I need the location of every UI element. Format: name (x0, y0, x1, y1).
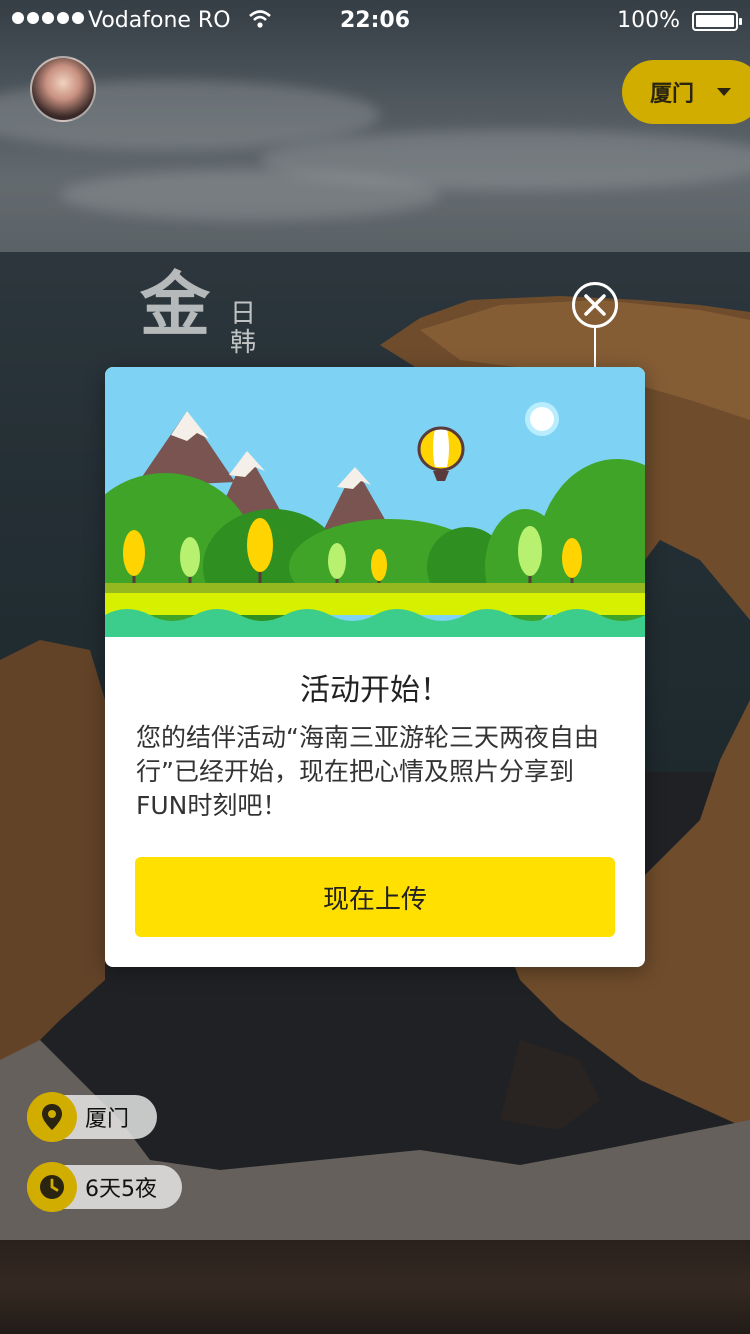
upload-now-button[interactable]: 现在上传 (135, 857, 615, 937)
avatar[interactable] (30, 56, 96, 122)
caret-down-icon (717, 88, 731, 96)
landscape-illustration (105, 367, 645, 637)
close-pin-line (594, 328, 596, 368)
close-icon (584, 294, 606, 316)
background-subtitle: 日韩 (230, 299, 257, 358)
battery-icon (692, 11, 742, 31)
status-bar: Vodafone RO 22:06 100% (0, 0, 750, 40)
duration-chip[interactable]: 6天5夜 (27, 1162, 182, 1212)
location-pin-icon (27, 1092, 77, 1142)
location-chip-label: 厦门 (85, 1107, 130, 1132)
dialog-message: 您的结伴活动“海南三亚游轮三天两夜自由行”已经开始，现在把心情及照片分享到FUN… (136, 723, 599, 820)
dialog-title: 活动开始！ (300, 673, 450, 708)
location-chip[interactable]: 厦门 (27, 1092, 157, 1142)
city-selector-label: 厦门 (650, 82, 695, 107)
clock-icon (27, 1162, 77, 1212)
activity-start-dialog: 活动开始！ 您的结伴活动“海南三亚游轮三天两夜自由行”已经开始，现在把心情及照片… (105, 367, 645, 967)
background-title: 金 (140, 264, 210, 346)
sun-icon (525, 402, 559, 436)
battery-percent: 100% (617, 8, 680, 33)
close-button[interactable] (572, 282, 618, 328)
duration-chip-label: 6天5夜 (85, 1177, 157, 1202)
city-selector[interactable]: 厦门 (622, 60, 750, 124)
